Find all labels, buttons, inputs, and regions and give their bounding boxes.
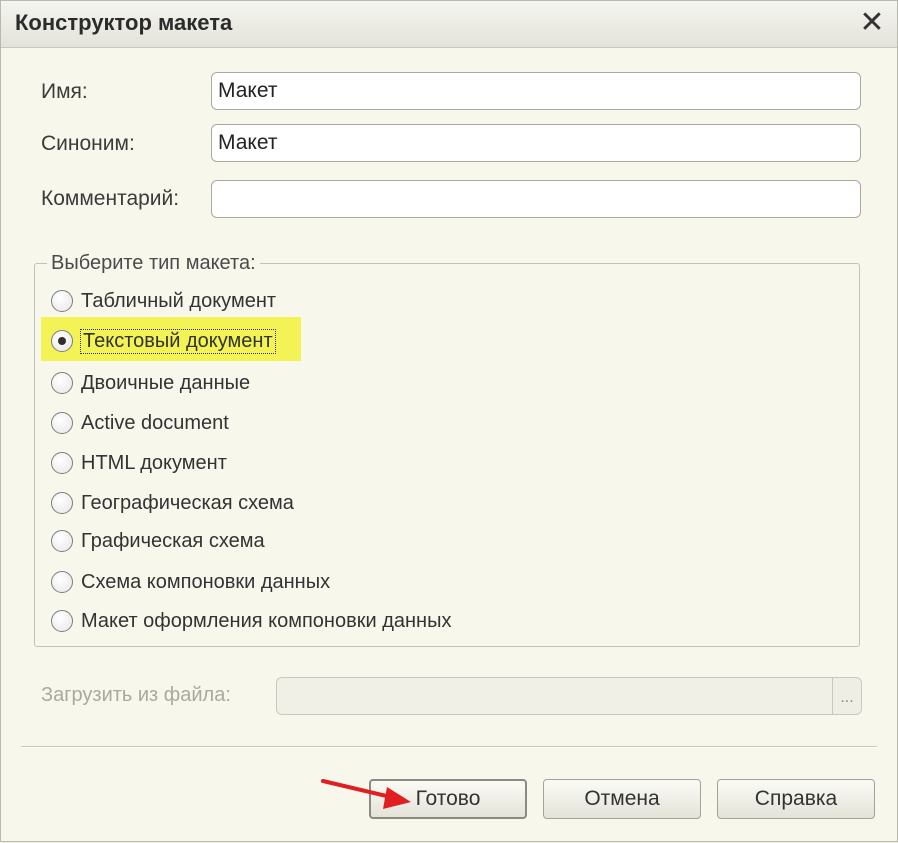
radio-option-active-document[interactable]: Active document	[51, 408, 229, 438]
radio-option-html-document[interactable]: HTML документ	[51, 448, 227, 478]
radio-option-text-document[interactable]: Текстовый документ	[51, 326, 276, 356]
radio-option-geo-schema[interactable]: Географическая схема	[51, 488, 294, 518]
name-label: Имя:	[41, 80, 88, 103]
radio-button[interactable]	[51, 492, 73, 514]
close-button[interactable]: ✕	[855, 7, 889, 41]
radio-option-binary-data[interactable]: Двоичные данные	[51, 368, 250, 398]
radio-label: Active document	[81, 411, 229, 434]
load-from-file-label: Загрузить из файла:	[41, 684, 231, 706]
radio-label: Табличный документ	[81, 289, 277, 312]
radio-option-data-composition-schema[interactable]: Схема компоновки данных	[51, 567, 330, 597]
browse-button: ...	[832, 677, 862, 715]
radio-label: Макет оформления компоновки данных	[81, 609, 452, 632]
synonym-field[interactable]	[211, 124, 861, 162]
radio-label: Двоичные данные	[81, 371, 251, 394]
radio-label: Графическая схема	[81, 529, 265, 552]
radio-option-data-composition-appearance[interactable]: Макет оформления компоновки данных	[51, 606, 451, 636]
radio-label: Текстовый документ	[80, 328, 276, 354]
name-field[interactable]	[211, 72, 861, 110]
dialog-window: Конструктор макета ✕ Имя: Синоним: Комме…	[0, 0, 898, 842]
radio-button[interactable]	[51, 372, 73, 394]
radio-button[interactable]	[51, 571, 73, 593]
title-bar: Конструктор макета ✕	[1, 1, 897, 48]
radio-label: HTML документ	[81, 451, 227, 474]
radio-button[interactable]	[51, 610, 73, 632]
radio-label: Схема компоновки данных	[81, 570, 331, 593]
separator	[21, 746, 877, 748]
radio-option-spreadsheet[interactable]: Табличный документ	[51, 286, 276, 316]
radio-button-checked[interactable]	[51, 330, 73, 352]
synonym-label: Синоним:	[41, 132, 135, 155]
done-button[interactable]: Готово	[369, 779, 527, 819]
radio-button[interactable]	[51, 290, 73, 312]
cancel-button[interactable]: Отмена	[543, 779, 701, 819]
comment-field[interactable]	[211, 180, 861, 218]
layout-type-group-title: Выберите тип макета:	[47, 252, 260, 275]
comment-label: Комментарий:	[41, 187, 180, 210]
radio-label: Географическая схема	[81, 491, 294, 514]
radio-option-graphic-schema[interactable]: Графическая схема	[51, 526, 265, 556]
radio-button[interactable]	[51, 452, 73, 474]
radio-button[interactable]	[51, 530, 73, 552]
help-button[interactable]: Справка	[717, 779, 875, 819]
file-path-field	[276, 677, 832, 715]
dialog-title: Конструктор макета	[15, 10, 233, 35]
radio-button[interactable]	[51, 412, 73, 434]
